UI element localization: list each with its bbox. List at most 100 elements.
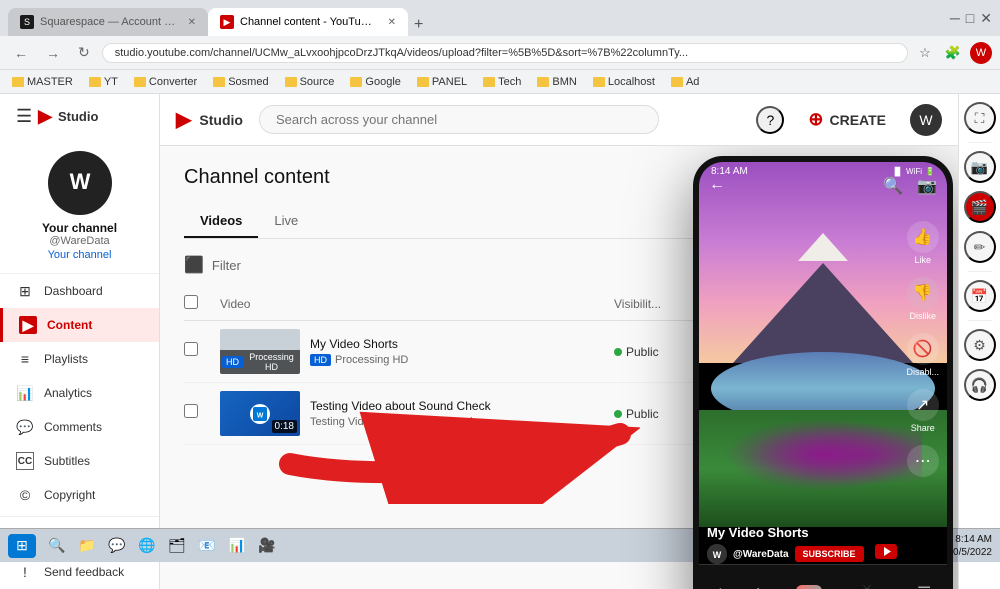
- browser-tab-youtube[interactable]: ▶ Channel content - YouTube Stuc... ✕: [208, 8, 408, 36]
- row1-checkbox[interactable]: [184, 342, 198, 356]
- bookmark-ad[interactable]: Ad: [667, 74, 703, 90]
- close-button[interactable]: ✕: [980, 10, 992, 27]
- share-action[interactable]: ↗ Share: [907, 389, 939, 433]
- more-action[interactable]: ⋯: [907, 445, 939, 477]
- bookmark-converter[interactable]: Converter: [130, 74, 201, 90]
- bookmark-panel[interactable]: PANEL: [413, 74, 471, 90]
- phone-overlay: 8:14 AM ▐▌ WiFi 🔋 ← 🔍 📷: [693, 156, 953, 589]
- mail-icon[interactable]: 📧: [194, 533, 220, 559]
- phone-screen: 8:14 AM ▐▌ WiFi 🔋 ← 🔍 📷: [699, 162, 947, 589]
- sidebar-item-analytics[interactable]: 📊 Analytics: [0, 376, 159, 410]
- channel-link[interactable]: Your channel: [48, 249, 112, 261]
- processing-badge: HD Processing HD: [220, 350, 300, 374]
- reload-button[interactable]: ↻: [72, 40, 96, 65]
- copyright-icon: ©: [16, 486, 34, 504]
- headset-button[interactable]: 🎧: [964, 369, 996, 401]
- start-button[interactable]: ⊞: [8, 534, 36, 558]
- battery-icon: 🔋: [925, 167, 935, 176]
- sidebar-item-content[interactable]: ▶ Content: [0, 308, 159, 342]
- bookmark-master[interactable]: MASTER: [8, 74, 77, 90]
- like-label: Like: [914, 255, 931, 265]
- address-bar[interactable]: [102, 43, 908, 63]
- disable-label: Disabl...: [906, 367, 939, 377]
- sidebar-item-label: Copyright: [44, 488, 95, 502]
- sidebar-item-dashboard[interactable]: ⊞ Dashboard: [0, 274, 159, 308]
- sidebar-item-label: Playlists: [44, 352, 88, 366]
- excel-icon[interactable]: 📊: [224, 533, 250, 559]
- camera-button[interactable]: 📷: [964, 151, 996, 183]
- extensions-icon[interactable]: 🧩: [940, 42, 966, 64]
- bookmark-yt[interactable]: YT: [85, 74, 122, 90]
- bookmark-source[interactable]: Source: [281, 74, 339, 90]
- file-explorer[interactable]: 📁: [74, 533, 100, 559]
- dislike-action[interactable]: 👎 Dislike: [907, 277, 939, 321]
- search-input[interactable]: [259, 105, 659, 134]
- analytics-icon: 📊: [16, 384, 34, 402]
- sidebar-item-subtitles[interactable]: CC Subtitles: [0, 444, 159, 478]
- channel-row: W @WareData SUBSCRIBE: [707, 544, 897, 564]
- disable-action[interactable]: 🚫 Disabl...: [906, 333, 939, 377]
- chat-icon[interactable]: 💬: [104, 533, 130, 559]
- files-icon[interactable]: 🗂: [164, 533, 190, 559]
- sidebar-item-playlists[interactable]: ≡ Playlists: [0, 342, 159, 376]
- calendar-button[interactable]: 📅: [964, 280, 996, 312]
- bookmark-tech[interactable]: Tech: [479, 74, 525, 90]
- svg-text:W: W: [69, 169, 90, 194]
- edge-icon[interactable]: 🌐: [134, 533, 160, 559]
- expand-button[interactable]: ⛶: [964, 102, 996, 134]
- user-avatar[interactable]: W: [910, 104, 942, 136]
- filter-label[interactable]: Filter: [212, 258, 241, 273]
- playlists-icon: ≡: [16, 350, 34, 368]
- phone-nav-add[interactable]: +: [796, 585, 822, 589]
- phone-nav-subscriptions[interactable]: 📺 Subscriptions: [843, 583, 891, 589]
- sidebar-item-copyright[interactable]: © Copyright: [0, 478, 159, 512]
- bookmark-localhost[interactable]: Localhost: [589, 74, 659, 90]
- meet-icon[interactable]: 🎥: [254, 533, 280, 559]
- tab-videos[interactable]: Videos: [184, 205, 258, 238]
- video-button[interactable]: 🎬: [964, 191, 996, 223]
- select-all-checkbox[interactable]: [184, 295, 198, 309]
- hd-badge-icon: HD: [222, 356, 243, 368]
- sidebar-item-comments[interactable]: 💬 Comments: [0, 410, 159, 444]
- like-action[interactable]: 👍 Like: [907, 221, 939, 265]
- arrow-overlay: [260, 384, 640, 509]
- profile-icon[interactable]: W: [970, 42, 992, 64]
- forward-button[interactable]: →: [40, 41, 66, 65]
- disable-circle: 🚫: [907, 333, 939, 365]
- browser-tabs: S Squarespace — Account Dashb... ✕ ▶ Cha…: [8, 0, 936, 36]
- tab-live[interactable]: Live: [258, 205, 314, 238]
- row2-checkbox[interactable]: [184, 404, 198, 418]
- maximize-button[interactable]: □: [966, 10, 974, 26]
- phone-search-icon[interactable]: 🔍: [883, 176, 903, 196]
- star-icon[interactable]: ☆: [914, 42, 936, 64]
- bookmark-bmn[interactable]: BMN: [533, 74, 580, 90]
- create-button[interactable]: ⊕ CREATE: [796, 103, 898, 136]
- back-icon[interactable]: ←: [709, 176, 725, 196]
- help-button[interactable]: ?: [756, 106, 784, 134]
- tab-close-2[interactable]: ✕: [388, 17, 396, 28]
- hamburger-icon[interactable]: ☰: [16, 106, 32, 127]
- phone-nav-shorts[interactable]: ▶ Shorts: [752, 583, 775, 589]
- search-taskbar[interactable]: 🔍: [44, 533, 70, 559]
- phone-nav-library[interactable]: ☰ Library: [912, 583, 936, 589]
- bookmark-sosmed[interactable]: Sosmed: [209, 74, 272, 90]
- video-title-1[interactable]: My Video Shorts: [310, 337, 408, 351]
- phone-nav-home[interactable]: ⌂ Home: [710, 584, 731, 589]
- yt-logo[interactable]: ☰ ▶ Studio: [0, 94, 159, 139]
- minimize-button[interactable]: ─: [950, 10, 960, 26]
- add-icon: +: [796, 585, 822, 589]
- phone-subscribe-button[interactable]: SUBSCRIBE: [795, 546, 864, 562]
- phone-camera-icon[interactable]: 📷: [917, 176, 937, 196]
- wifi-icon: WiFi: [906, 167, 922, 176]
- new-tab-button[interactable]: +: [408, 14, 429, 36]
- edit-button[interactable]: ✏: [964, 231, 996, 263]
- phone-channel-handle: @WareData: [733, 549, 789, 560]
- gear-button[interactable]: ⚙: [964, 329, 996, 361]
- dislike-label: Dislike: [909, 311, 936, 321]
- browser-tab-squarespace[interactable]: S Squarespace — Account Dashb... ✕: [8, 8, 208, 36]
- clock[interactable]: 8:14 AM 10/5/2022: [948, 533, 993, 559]
- back-button[interactable]: ←: [8, 41, 34, 65]
- tab-close-1[interactable]: ✕: [188, 17, 196, 28]
- bookmark-google[interactable]: Google: [346, 74, 404, 90]
- feedback-icon: !: [16, 563, 34, 581]
